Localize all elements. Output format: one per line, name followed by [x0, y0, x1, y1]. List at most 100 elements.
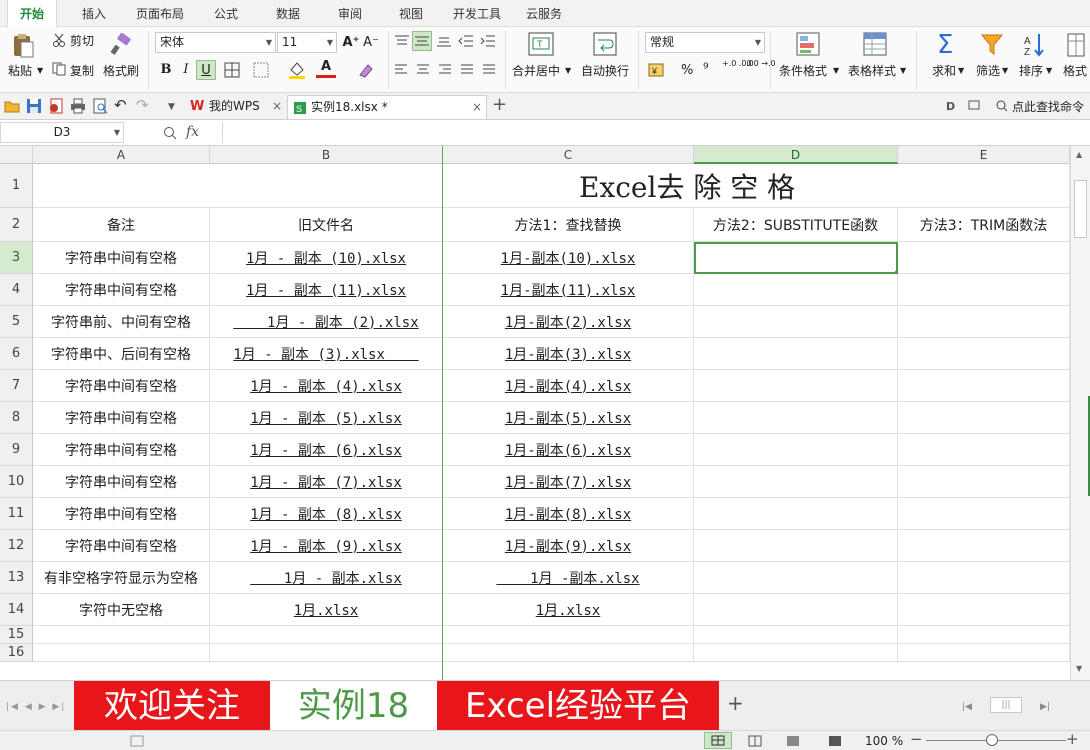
grid-cell[interactable] [694, 306, 898, 338]
sheet-nav-arrows-icon[interactable]: |◀ ◀ ▶ ▶| [6, 699, 66, 715]
menu-tab-developer[interactable]: 开发工具 [453, 0, 501, 27]
old-filename-cell[interactable]: 1月 - 副本 (9).xlsx [210, 530, 443, 562]
pin-icon[interactable] [968, 100, 982, 112]
method1-result-cell[interactable]: 1月 -副本.xlsx [443, 562, 694, 594]
sum-button[interactable]: 求和 [932, 63, 956, 79]
row-header[interactable]: 1 [0, 164, 33, 208]
note-cell[interactable]: 字符串中间有空格 [33, 530, 210, 562]
grid-cell[interactable] [898, 274, 1070, 306]
grid-cell[interactable] [898, 466, 1070, 498]
conditional-format-button[interactable]: 条件格式 [779, 63, 827, 79]
name-box[interactable]: D3 ▼ [0, 122, 124, 143]
row-header[interactable]: 16 [0, 644, 33, 662]
menu-tab-data[interactable]: 数据 [276, 0, 300, 27]
note-cell[interactable]: 字符串中、后间有空格 [33, 338, 210, 370]
horizontal-align-icons[interactable] [394, 64, 504, 76]
note-cell[interactable]: 字符串中间有空格 [33, 242, 210, 274]
sheet-tab-excel-platform[interactable]: Excel经验平台 [437, 681, 719, 731]
bold-button[interactable]: B [156, 60, 176, 80]
font-name-select[interactable]: 宋体 ▼ [155, 32, 276, 53]
grid-cell[interactable] [898, 562, 1070, 594]
scroll-up-icon[interactable]: ▲ [1076, 150, 1082, 159]
sheet-tab-example18[interactable]: 实例18 [270, 681, 437, 731]
decrease-font-icon[interactable]: A⁻ [361, 33, 381, 53]
column-title-cell[interactable]: 方法1：查找替换 [443, 208, 694, 242]
format-button[interactable]: 格式 [1063, 63, 1087, 79]
column-header-a[interactable]: A [33, 146, 210, 164]
menu-tab-formulas[interactable]: 公式 [214, 0, 238, 27]
wrap-text-button[interactable]: 自动换行 [581, 63, 629, 79]
method1-result-cell[interactable]: 1月-副本(6).xlsx [443, 434, 694, 466]
worksheet-grid[interactable]: A B C D E 1 Excel去 除 空 格 2 备注 旧文件名 方法1：查找替换 方法… [0, 146, 1070, 680]
row-header[interactable]: 15 [0, 626, 33, 644]
method1-result-cell[interactable]: 1月.xlsx [443, 594, 694, 626]
normal-view-button[interactable] [704, 732, 732, 749]
row-header[interactable]: 5 [0, 306, 33, 338]
old-filename-cell[interactable]: 1月.xlsx [210, 594, 443, 626]
add-sheet-plus-icon[interactable]: + [727, 693, 744, 713]
grid-cell[interactable] [898, 594, 1070, 626]
old-filename-cell[interactable]: 1月 - 副本 (5).xlsx [210, 402, 443, 434]
paste-button[interactable]: 粘贴 [8, 63, 32, 79]
grid-cell[interactable] [898, 644, 1070, 662]
grid-cell[interactable] [210, 644, 443, 662]
export-pdf-icon[interactable] [48, 98, 64, 114]
increase-font-icon[interactable]: A⁺ [341, 33, 361, 53]
grid-cell[interactable] [694, 274, 898, 306]
method1-result-cell[interactable]: 1月-副本(9).xlsx [443, 530, 694, 562]
font-color-icon[interactable]: A [316, 58, 336, 78]
hscroll-right-icon[interactable]: ▶| [1040, 699, 1050, 715]
column-header-c[interactable]: C [443, 146, 694, 164]
column-header-d[interactable]: D [694, 146, 898, 164]
sort-button[interactable]: 排序 [1019, 63, 1043, 79]
align-bottom-icon[interactable] [436, 35, 452, 47]
method1-result-cell[interactable]: 1月-副本(4).xlsx [443, 370, 694, 402]
note-cell[interactable]: 字符串中间有空格 [33, 434, 210, 466]
grid-cell[interactable] [694, 562, 898, 594]
grid-cell[interactable] [694, 530, 898, 562]
hscroll-left-icon[interactable]: |◀ [962, 699, 972, 715]
note-cell[interactable]: 字符串中间有空格 [33, 370, 210, 402]
grid-cell[interactable] [694, 338, 898, 370]
function-insert-button[interactable]: fx [186, 124, 199, 140]
column-title-cell[interactable]: 备注 [33, 208, 210, 242]
grid-cell[interactable] [33, 644, 210, 662]
row-header[interactable]: 7 [0, 370, 33, 402]
old-filename-cell[interactable]: 1月 - 副本 (4).xlsx [210, 370, 443, 402]
column-title-cell[interactable]: 方法2：SUBSTITUTE函数 [694, 208, 898, 242]
zoom-formula-icon[interactable] [163, 126, 177, 140]
print-icon[interactable] [70, 98, 86, 114]
page-layout-view-icon[interactable] [748, 735, 762, 747]
reading-mode-icon[interactable] [828, 735, 842, 747]
grid-cell[interactable] [694, 594, 898, 626]
column-header-e[interactable]: E [898, 146, 1070, 164]
decrease-decimal-button[interactable]: .00 →.0 [746, 60, 776, 68]
note-cell[interactable]: 有非空格字符显示为空格 [33, 562, 210, 594]
grid-cell[interactable] [898, 402, 1070, 434]
chevron-down-icon[interactable]: ▼ [900, 63, 906, 79]
row-header[interactable]: 13 [0, 562, 33, 594]
old-filename-cell[interactable]: 1月 - 副本 (7).xlsx [210, 466, 443, 498]
page-break-view-icon[interactable] [786, 735, 800, 747]
save-icon[interactable] [26, 98, 42, 114]
filter-button[interactable]: 筛选 [976, 63, 1000, 79]
grid-cell[interactable] [898, 530, 1070, 562]
currency-icon[interactable]: ¥ [648, 62, 670, 78]
menu-tab-view[interactable]: 视图 [399, 0, 423, 27]
row-header[interactable]: 6 [0, 338, 33, 370]
undo-icon[interactable]: ↶ [114, 97, 127, 113]
chevron-down-icon[interactable]: ▼ [958, 63, 964, 79]
method1-result-cell[interactable]: 1月-副本(2).xlsx [443, 306, 694, 338]
tab-my-wps[interactable]: W 我的WPS × [186, 95, 284, 119]
select-all-corner[interactable] [0, 146, 33, 164]
chevron-down-icon[interactable]: ▼ [1046, 63, 1052, 79]
old-filename-cell[interactable]: 1月 - 副本 (3).xlsx [210, 338, 443, 370]
row-header[interactable]: 10 [0, 466, 33, 498]
method1-result-cell[interactable]: 1月-副本(3).xlsx [443, 338, 694, 370]
grid-cell[interactable] [694, 644, 898, 662]
doc-switch-icon[interactable]: D [946, 99, 955, 115]
close-icon[interactable]: × [272, 95, 282, 118]
copy-button[interactable]: 复制 [70, 63, 94, 79]
menu-tab-home[interactable]: 开始 [7, 0, 57, 28]
grid-cell[interactable] [898, 498, 1070, 530]
